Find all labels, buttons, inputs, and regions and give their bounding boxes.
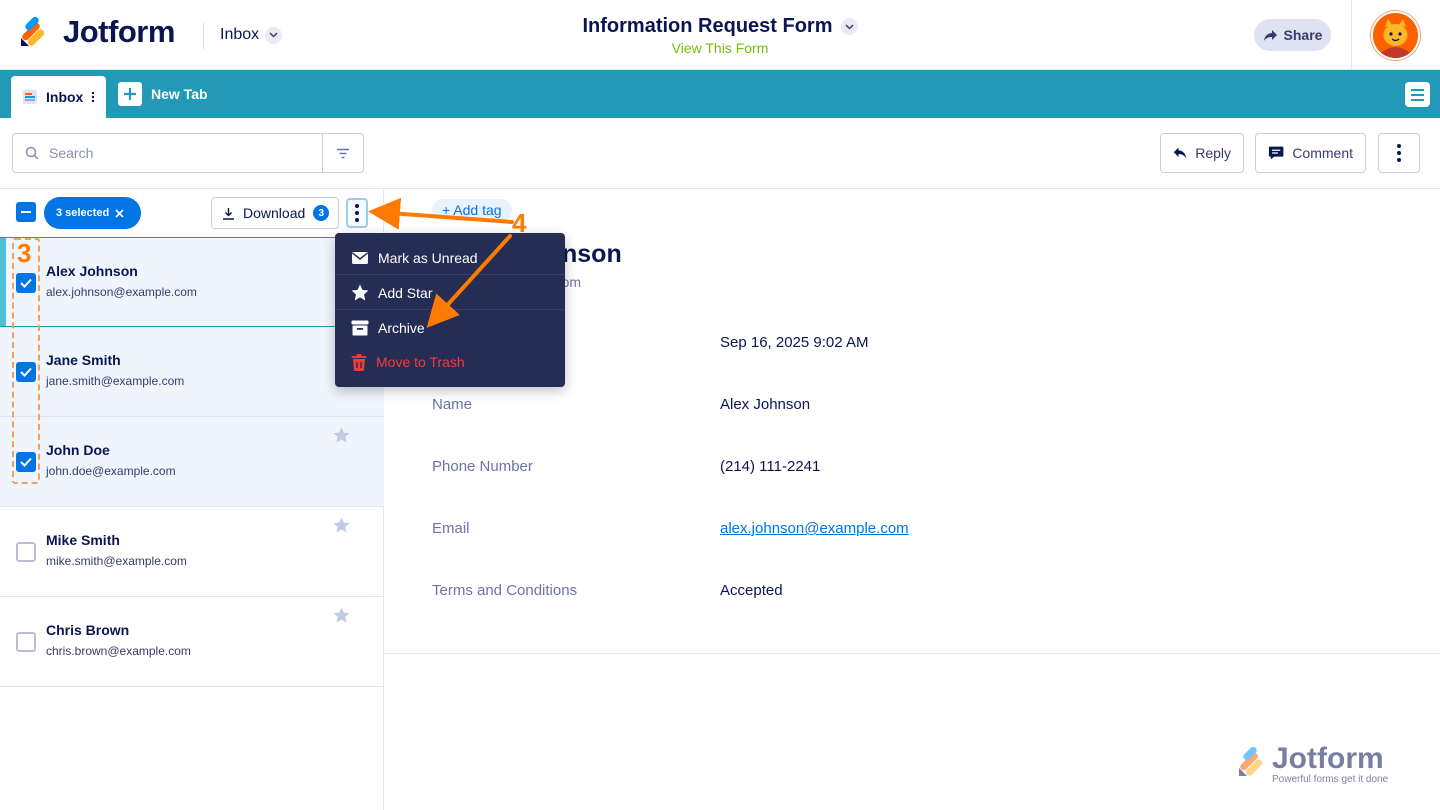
submission-name: Mike Smith <box>46 532 120 548</box>
submission-checkbox[interactable] <box>16 542 36 562</box>
new-tab-label: New Tab <box>151 86 208 102</box>
star-icon[interactable] <box>333 517 350 538</box>
view-form-link[interactable]: View This Form <box>0 40 1440 56</box>
watermark-brand: Jotform <box>1272 742 1384 775</box>
download-button[interactable]: Download 3 <box>211 197 339 229</box>
menu-item-add-star[interactable]: Add Star <box>335 276 565 310</box>
annotation-step-3: 3 <box>17 238 32 268</box>
submission-row[interactable]: Alex Johnson alex.johnson@example.com <box>0 237 384 327</box>
menu-label-archive: Archive <box>378 320 425 336</box>
reply-label: Reply <box>1195 145 1231 161</box>
menu-label-add-star: Add Star <box>378 284 433 301</box>
download-count-badge: 3 <box>313 205 330 221</box>
submission-row[interactable]: Mike Smith mike.smith@example.com <box>0 507 384 597</box>
menu-label-move-to-trash: Move to Trash <box>376 354 465 370</box>
submission-name: Chris Brown <box>46 622 130 638</box>
star-icon[interactable] <box>333 607 350 628</box>
submission-email: alex.johnson@example.com <box>46 285 197 299</box>
submission-row[interactable]: Jane Smith jane.smith@example.com <box>0 327 384 417</box>
avatar-divider <box>1351 0 1352 70</box>
submission-checkbox[interactable] <box>16 632 36 652</box>
field-label-email: Email <box>432 520 470 537</box>
search-input[interactable]: Search <box>13 134 322 172</box>
watermark-tagline: Powerful forms get it done <box>1272 774 1389 785</box>
jotform-watermark-logo-icon <box>1239 746 1263 776</box>
avatar-mascot-icon <box>1373 13 1418 58</box>
detail-divider <box>384 653 1440 654</box>
annotation-3-dashed-box <box>12 238 40 484</box>
comment-button[interactable]: Comment <box>1255 133 1366 173</box>
star-icon[interactable] <box>333 427 350 448</box>
submission-email: john.doe@example.com <box>46 464 176 478</box>
clear-selection-icon[interactable] <box>115 208 124 218</box>
tab-inbox[interactable]: Inbox <box>11 76 106 118</box>
envelope-icon <box>352 251 368 264</box>
field-label-phone: Phone Number <box>432 458 533 475</box>
field-value-email-link[interactable]: alex.johnson@example.com <box>720 520 909 537</box>
more-options-button[interactable] <box>1378 133 1420 173</box>
comment-icon <box>1268 146 1284 160</box>
submission-email: jane.smith@example.com <box>46 374 185 388</box>
menu-label-mark-unread: Mark as Unread <box>378 249 478 266</box>
search-icon <box>25 146 39 160</box>
selected-count-label: 3 selected <box>56 207 110 219</box>
top-header: Jotform Inbox Information Request Form V… <box>0 0 1440 70</box>
form-title-block: Information Request Form View This Form <box>0 15 1440 56</box>
star-icon <box>351 284 369 301</box>
submission-row[interactable]: John Doe john.doe@example.com <box>0 417 384 507</box>
filter-icon <box>337 148 349 158</box>
avatar[interactable] <box>1371 11 1420 60</box>
annotation-step-4: 4 <box>512 208 527 238</box>
submission-row[interactable]: Chris Brown chris.brown@example.com <box>0 597 384 687</box>
form-title[interactable]: Information Request Form <box>582 15 858 38</box>
field-label-name: Name <box>432 396 473 413</box>
selected-count-pill[interactable]: 3 selected <box>44 197 141 229</box>
archive-icon <box>351 320 369 336</box>
submission-email: mike.smith@example.com <box>46 554 187 568</box>
share-button[interactable]: Share <box>1254 19 1331 51</box>
bulk-actions-menu: Mark as Unread Add Star Archive Move to … <box>335 233 565 387</box>
menu-item-mark-unread[interactable]: Mark as Unread <box>335 241 565 275</box>
more-vertical-icon <box>1397 144 1401 162</box>
jotform-watermark: Jotform Powerful forms get it done <box>1236 742 1416 790</box>
tab-bar: Inbox New Tab <box>0 70 1440 118</box>
menu-item-archive[interactable]: Archive <box>335 311 565 345</box>
download-icon <box>223 207 234 220</box>
plus-icon <box>118 82 142 106</box>
submission-name: Alex Johnson <box>46 263 138 279</box>
tab-options-icon[interactable] <box>91 91 95 103</box>
inbox-tab-icon <box>23 90 37 104</box>
share-button-label: Share <box>1283 27 1323 43</box>
reply-button[interactable]: Reply <box>1160 133 1244 173</box>
share-arrow-icon <box>1263 29 1277 41</box>
form-title-text: Information Request Form <box>582 15 833 37</box>
menu-item-move-to-trash[interactable]: Move to Trash <box>335 345 565 379</box>
submission-date: Sep 16, 2025 9:02 AM <box>720 334 869 351</box>
bulk-actions-kebab-button[interactable] <box>346 198 368 228</box>
field-label-terms: Terms and Conditions <box>432 582 578 599</box>
add-tag-button[interactable]: + Add tag <box>432 199 512 221</box>
field-value-terms: Accepted <box>720 582 783 599</box>
submission-name: Jane Smith <box>46 352 121 368</box>
search-box: Search <box>12 133 364 173</box>
filter-button[interactable] <box>322 134 363 172</box>
download-label: Download <box>243 205 306 221</box>
select-all-checkbox[interactable] <box>16 202 36 222</box>
reply-icon <box>1173 147 1187 159</box>
chevron-down-icon[interactable] <box>840 18 858 35</box>
trash-icon <box>351 353 367 371</box>
submission-name: John Doe <box>46 442 110 458</box>
submission-email: chris.brown@example.com <box>46 644 191 658</box>
field-value-name: Alex Johnson <box>720 396 811 413</box>
new-tab-button[interactable]: New Tab <box>118 82 208 106</box>
tab-inbox-label: Inbox <box>46 89 84 105</box>
detail-name-visible: nson <box>562 240 622 268</box>
menu-icon[interactable] <box>1405 82 1430 107</box>
search-placeholder: Search <box>49 145 94 161</box>
field-value-phone: (214) 111-2241 <box>720 458 821 475</box>
comment-label: Comment <box>1292 145 1353 161</box>
